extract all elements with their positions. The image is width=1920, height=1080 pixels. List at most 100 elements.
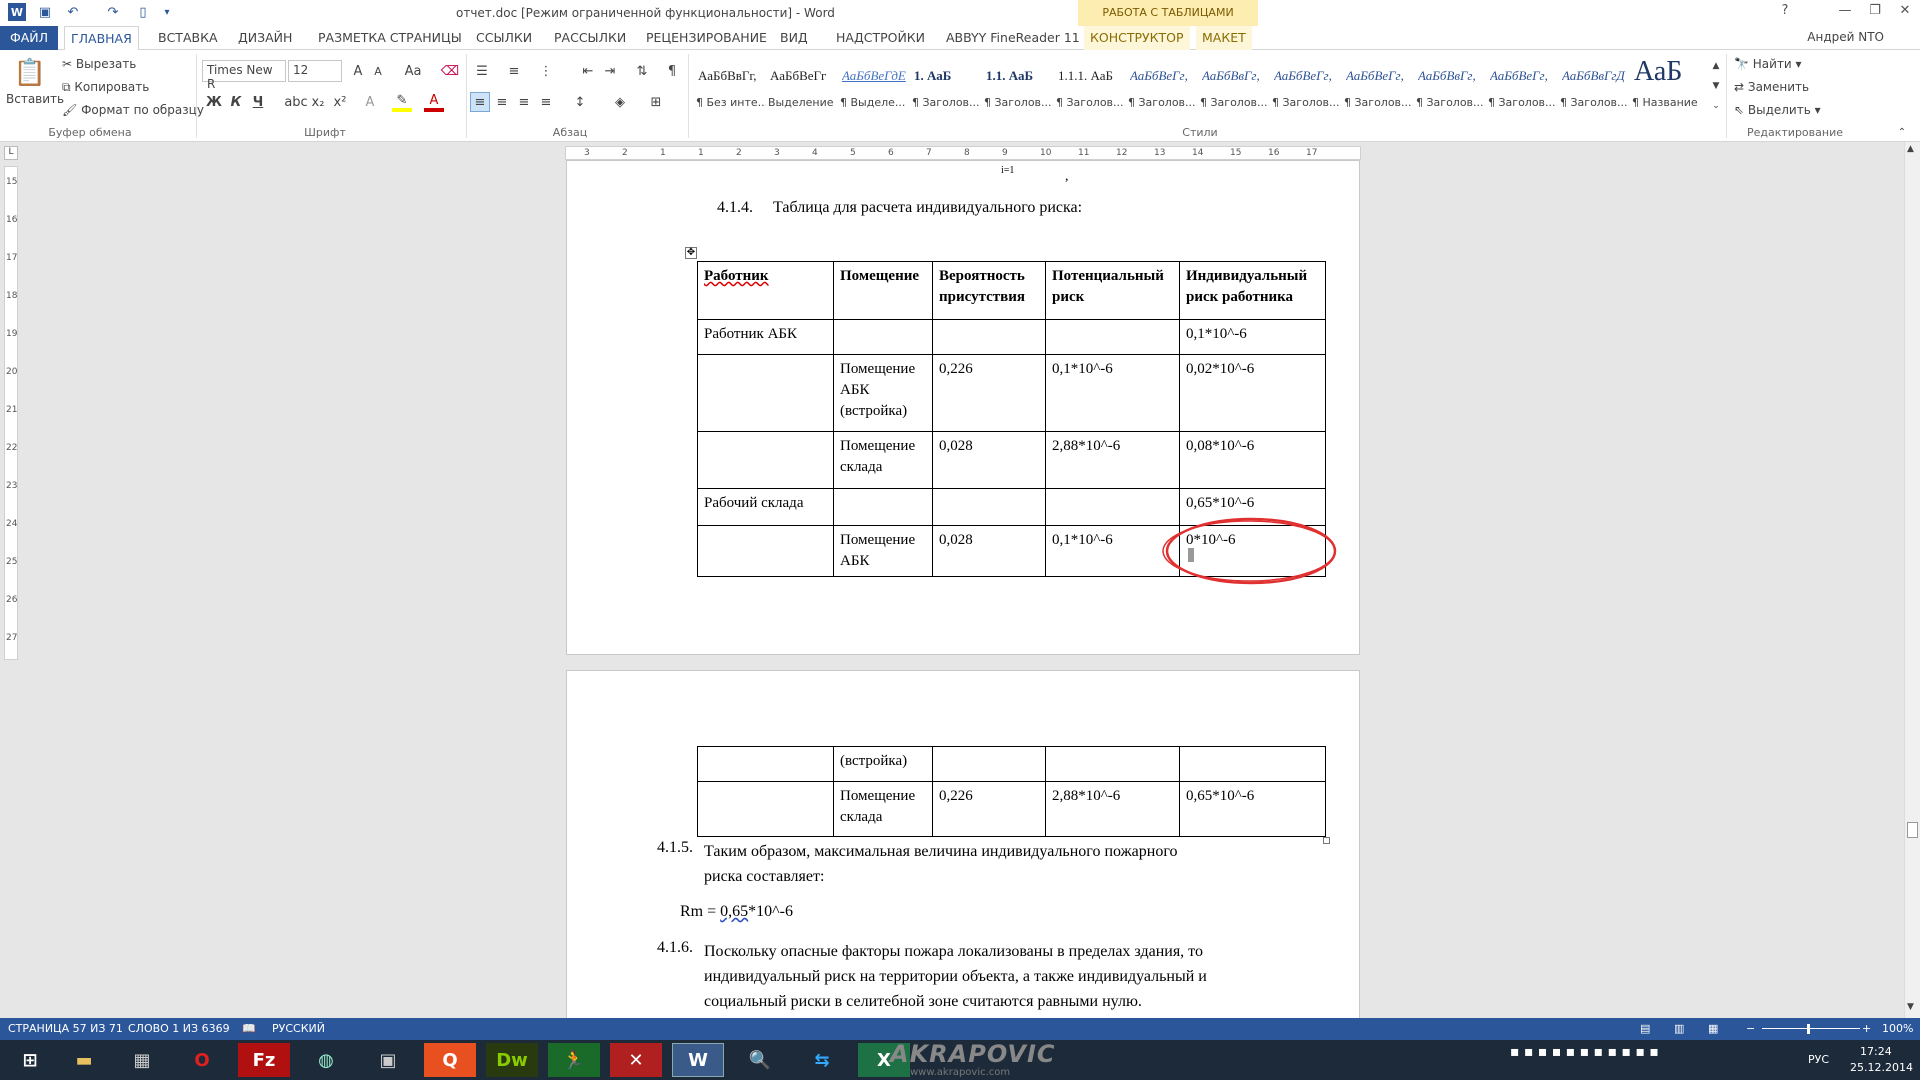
multilevel-list-icon[interactable]: ⋮ xyxy=(536,61,556,81)
increase-indent-icon[interactable]: ⇥ xyxy=(600,61,620,81)
table-resize-handle-icon[interactable] xyxy=(1323,837,1330,844)
strikethrough-icon[interactable]: abc xyxy=(284,92,307,112)
font-name-combo[interactable]: Times New R xyxy=(202,60,286,91)
calculator-icon[interactable]: ▦ xyxy=(116,1043,168,1077)
dreamweaver-icon[interactable]: Dw xyxy=(486,1043,538,1077)
clear-format-icon[interactable]: ⌫ xyxy=(440,61,460,81)
table-cell[interactable]: Помещение склада xyxy=(833,781,933,837)
table-cell[interactable]: 0,02*10^-6 xyxy=(1179,354,1326,432)
opera-icon[interactable]: O xyxy=(176,1043,228,1077)
collapse-ribbon-icon[interactable]: ⌃ xyxy=(1892,122,1912,142)
zoom-level[interactable]: 100% xyxy=(1882,1022,1913,1035)
table-cell[interactable]: 2,88*10^-6 xyxy=(1045,781,1180,837)
align-right-icon[interactable]: ≡ xyxy=(514,92,534,112)
decrease-indent-icon[interactable]: ⇤ xyxy=(578,61,598,81)
table-cell[interactable] xyxy=(697,746,834,782)
tab-insert[interactable]: ВСТАВКА xyxy=(152,26,224,50)
select-button[interactable]: ⇖ Выделить ▾ xyxy=(1734,103,1821,117)
table-cell[interactable]: 0,1*10^-6 xyxy=(1179,319,1326,355)
document-page[interactable]: (встройка) Помещение склада 0,226 2,88*1… xyxy=(566,670,1360,1018)
new-doc-icon[interactable]: ▯ xyxy=(134,3,152,21)
borders-icon[interactable]: ⊞ xyxy=(646,92,666,112)
style-gallery-item[interactable]: АаБбВвГгД ¶ Заголов... xyxy=(1558,54,1630,112)
table-header-cell[interactable]: Индивидуальный риск работника xyxy=(1179,261,1326,320)
styles-more-icon[interactable]: ⌄ xyxy=(1706,96,1726,116)
help-button[interactable]: ? xyxy=(1770,3,1800,23)
underline-button[interactable]: Ч xyxy=(248,92,268,112)
red-app-icon[interactable]: ✕ xyxy=(610,1043,662,1077)
table-cell[interactable] xyxy=(932,488,1046,526)
font-size-combo[interactable]: 12 xyxy=(288,60,342,82)
qip-icon[interactable]: Q xyxy=(424,1043,476,1077)
runner-app-icon[interactable]: 🏃 xyxy=(548,1043,600,1077)
scroll-up-icon[interactable]: ▲ xyxy=(1907,144,1914,154)
zoom-slider-thumb[interactable] xyxy=(1807,1024,1810,1034)
tab-references[interactable]: ССЫЛКИ xyxy=(470,26,538,50)
change-case-button[interactable]: Aa xyxy=(398,61,428,81)
tab-addins[interactable]: НАДСТРОЙКИ xyxy=(830,26,931,50)
style-gallery-item[interactable]: 1. АаБ ¶ Заголов... xyxy=(910,54,982,112)
scroll-down-icon[interactable]: ▼ xyxy=(1907,1002,1914,1012)
bold-button[interactable]: Ж xyxy=(204,92,224,112)
explorer-icon[interactable]: ▬ xyxy=(58,1043,110,1077)
table-cell[interactable] xyxy=(833,488,933,526)
table-cell[interactable] xyxy=(833,319,933,355)
clock-date[interactable]: 25.12.2014 xyxy=(1850,1061,1913,1074)
restore-button[interactable]: ❐ xyxy=(1860,3,1890,23)
style-gallery-item[interactable]: 1.1. АаБ ¶ Заголов... xyxy=(982,54,1054,112)
text-effects-icon[interactable]: A xyxy=(360,92,380,112)
vertical-ruler[interactable]: 15 16 17 18 19 20 21 22 23 24 25 26 27 xyxy=(4,166,18,660)
shading-icon[interactable]: ◈ xyxy=(610,92,630,112)
paste-button[interactable]: Вставить xyxy=(6,92,64,106)
tab-mailings[interactable]: РАССЫЛКИ xyxy=(548,26,632,50)
table-cell[interactable]: 2,88*10^-6 xyxy=(1045,431,1180,489)
align-center-icon[interactable]: ≡ xyxy=(492,92,512,112)
zoom-out-icon[interactable]: − xyxy=(1746,1022,1755,1035)
input-language[interactable]: РУС xyxy=(1808,1053,1829,1066)
table-cell[interactable]: Рабочий склада xyxy=(697,488,834,526)
proofing-icon[interactable]: 📖 xyxy=(242,1022,256,1035)
table-cell[interactable]: 0,65*10^-6 xyxy=(1179,781,1326,837)
tab-review[interactable]: РЕЦЕНЗИРОВАНИЕ xyxy=(640,26,773,50)
table-cell[interactable]: Помещение склада xyxy=(833,431,933,489)
close-button[interactable]: ✕ xyxy=(1890,3,1920,23)
clock-time[interactable]: 17:24 xyxy=(1860,1045,1892,1058)
styles-scroll-down-icon[interactable]: ▼ xyxy=(1706,76,1726,96)
paste-icon[interactable]: 📋 xyxy=(12,56,48,90)
table-cell[interactable]: (встройка) xyxy=(833,746,933,782)
style-gallery-item[interactable]: АаБбВеГг, ¶ Заголов... xyxy=(1486,54,1558,112)
numbering-icon[interactable]: ≡ xyxy=(504,61,524,81)
table-cell[interactable]: 0,028 xyxy=(932,525,1046,577)
user-account[interactable]: Андрей NTO xyxy=(1807,30,1884,44)
highlight-icon[interactable]: ✎ xyxy=(392,92,412,112)
replace-button[interactable]: ⇄ Заменить xyxy=(1734,80,1809,94)
tab-abbyy[interactable]: ABBYY FineReader 11 xyxy=(940,26,1086,50)
table-cell[interactable] xyxy=(697,525,834,577)
zoom-in-icon[interactable]: + xyxy=(1862,1022,1871,1035)
tray-icons[interactable]: ▪ ▪ ▪ ▪ ▪ ▪ ▪ ▪ ▪ ▪ ▪ xyxy=(1510,1044,1659,1060)
grow-font-icon[interactable]: A xyxy=(348,61,368,81)
tab-home[interactable]: ГЛАВНАЯ xyxy=(64,26,139,51)
tab-page-layout[interactable]: РАЗМЕТКА СТРАНИЦЫ xyxy=(312,26,468,50)
tab-file[interactable]: ФАЙЛ xyxy=(0,26,58,50)
table-cell[interactable] xyxy=(932,319,1046,355)
zoom-slider[interactable] xyxy=(1762,1028,1860,1029)
web-layout-icon[interactable]: ▦ xyxy=(1708,1022,1718,1035)
style-gallery-item[interactable]: АаБбВеГг, ¶ Заголов... xyxy=(1270,54,1342,112)
read-mode-icon[interactable]: ▤ xyxy=(1640,1022,1650,1035)
table-cell[interactable] xyxy=(697,781,834,837)
table-move-handle-icon[interactable]: ✥ xyxy=(685,247,697,259)
style-gallery-item[interactable]: АаБбВвГг, ¶ Заголов... xyxy=(1198,54,1270,112)
style-gallery-item[interactable]: АаБ ¶ Название xyxy=(1630,54,1702,112)
document-page[interactable]: i=1 , 4.1.4. Таблица для расчета индивид… xyxy=(566,160,1360,655)
table-cell[interactable]: 0,08*10^-6 xyxy=(1179,431,1326,489)
paint-icon[interactable]: ◍ xyxy=(300,1043,352,1077)
word-taskbar-icon[interactable]: W xyxy=(672,1043,724,1077)
style-gallery-item[interactable]: АаБбВеГг Выделение xyxy=(766,54,838,112)
show-marks-button[interactable]: ¶ xyxy=(662,61,682,81)
cut-button[interactable]: ✂ Вырезать xyxy=(62,57,136,71)
minimize-button[interactable]: — xyxy=(1830,3,1860,23)
table-cell[interactable]: Помещение АБК (встройка) xyxy=(833,354,933,432)
table-cell[interactable]: Помещение АБК xyxy=(833,525,933,577)
save-icon[interactable]: ▣ xyxy=(36,3,54,21)
